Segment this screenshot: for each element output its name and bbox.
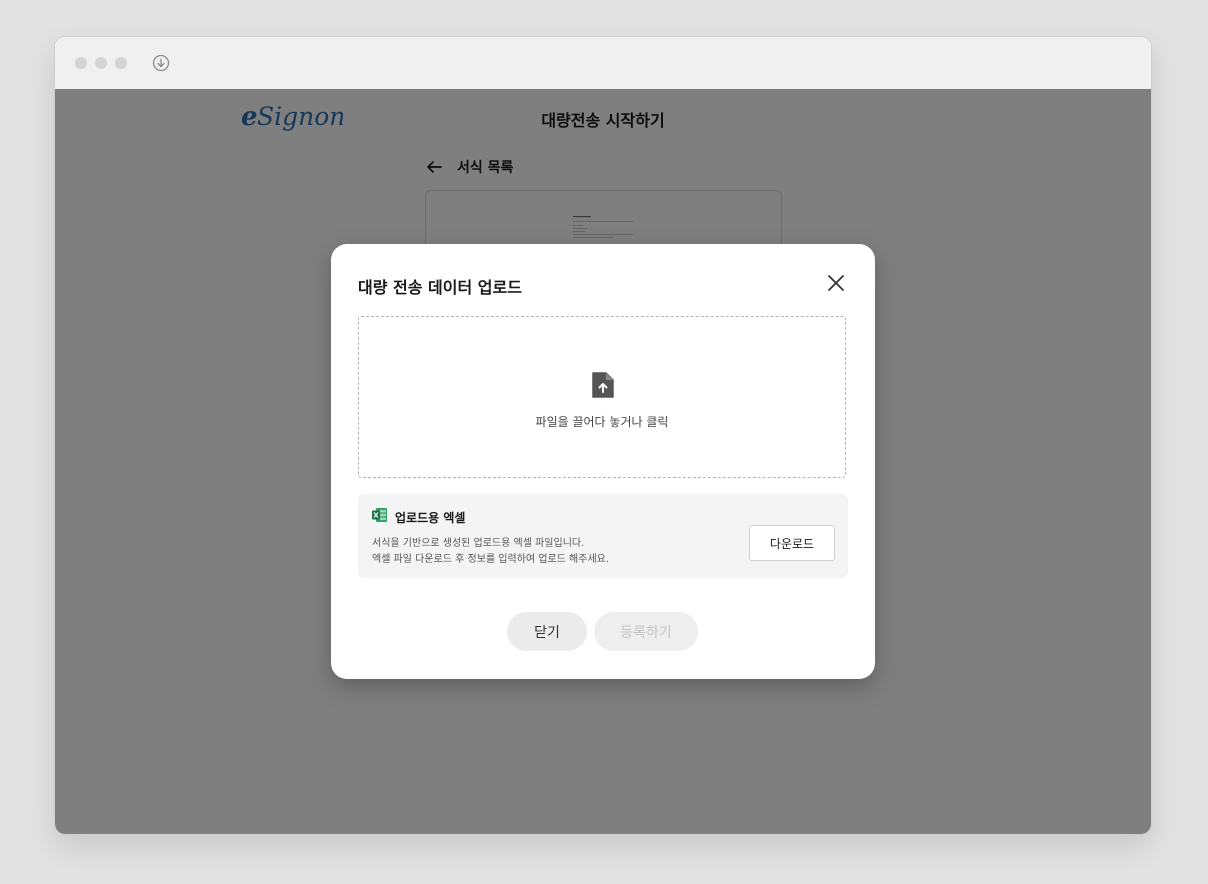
window-minimize-dot[interactable] xyxy=(95,57,107,69)
excel-desc-line1: 서식을 기반으로 생성된 업로드용 엑셀 파일입니다. xyxy=(372,538,585,549)
window-zoom-dot[interactable] xyxy=(115,57,127,69)
download-excel-button[interactable]: 다운로드 xyxy=(749,525,835,561)
dropzone-text: 파일을 끌어다 놓거나 클릭 xyxy=(535,415,669,429)
file-upload-icon xyxy=(592,372,614,398)
file-dropzone[interactable]: 파일을 끌어다 놓거나 클릭 xyxy=(358,316,846,478)
upload-modal: 대량 전송 데이터 업로드 파일을 끌어다 놓거나 클릭 업로드용 엑셀 서식을… xyxy=(331,244,875,679)
excel-description: 서식을 기반으로 생성된 업로드용 엑셀 파일입니다. 엑셀 파일 다운로드 후… xyxy=(372,536,609,568)
download-icon[interactable] xyxy=(152,54,170,72)
modal-title: 대량 전송 데이터 업로드 xyxy=(358,278,522,297)
title-bar xyxy=(55,37,1151,90)
register-button[interactable]: 등록하기 xyxy=(594,612,698,651)
excel-desc-line2: 엑셀 파일 다운로드 후 정보를 입력하여 업로드 해주세요. xyxy=(372,554,610,565)
excel-icon xyxy=(372,508,387,522)
window-close-dot[interactable] xyxy=(75,57,87,69)
excel-template-panel: 업로드용 엑셀 서식을 기반으로 생성된 업로드용 엑셀 파일입니다. 엑셀 파… xyxy=(358,494,848,578)
close-button[interactable]: 닫기 xyxy=(507,612,587,651)
excel-title: 업로드용 엑셀 xyxy=(395,511,466,525)
close-icon[interactable] xyxy=(825,272,847,294)
